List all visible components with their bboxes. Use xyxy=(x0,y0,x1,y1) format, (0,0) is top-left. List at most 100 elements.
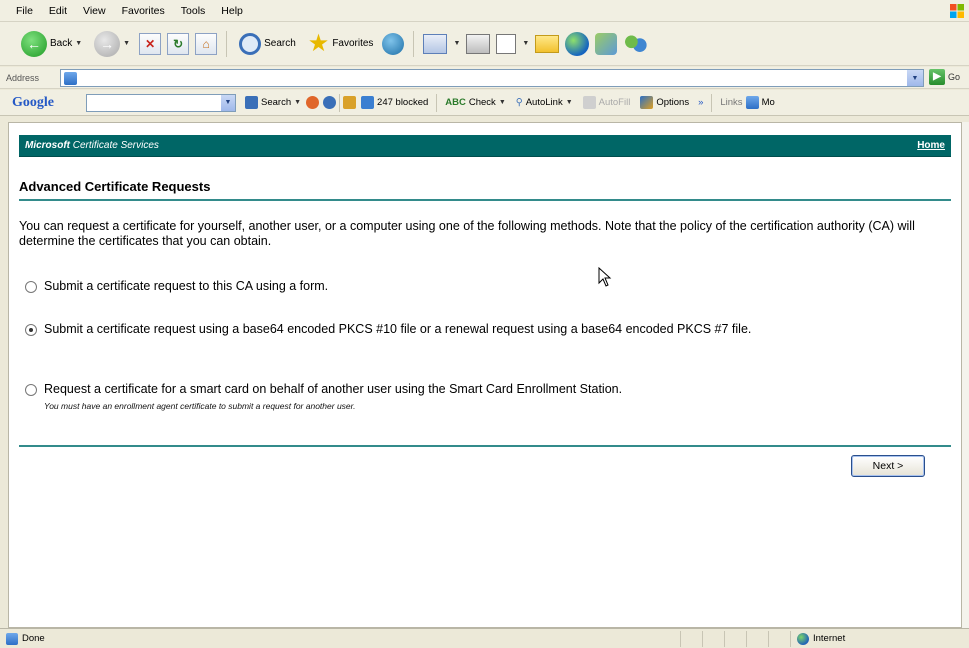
standard-toolbar: ← Back ▼ → ▼ ✕ ↻ ⌂ Search ★ Favorites ▼ … xyxy=(0,22,969,66)
messenger-icon[interactable] xyxy=(595,32,618,55)
toolbar-separator xyxy=(339,93,341,112)
forward-arrow-icon: → xyxy=(94,30,121,57)
back-label: Back xyxy=(50,38,73,49)
menu-tools[interactable]: Tools xyxy=(173,5,214,17)
radio-smartcard-request[interactable] xyxy=(25,384,37,396)
history-icon[interactable] xyxy=(382,32,405,55)
divider xyxy=(19,199,951,201)
menu-file[interactable]: File xyxy=(8,5,41,17)
go-button[interactable]: ▶ Go xyxy=(929,69,960,85)
links-button[interactable]: Links Mo xyxy=(715,96,779,109)
google-search-button[interactable]: Search ▼ xyxy=(240,96,306,109)
check-label: Check xyxy=(468,97,496,108)
popup-blocked-icon xyxy=(361,96,375,109)
more-chevron-icon[interactable]: » xyxy=(698,97,703,108)
ca-header-banner: Microsoft Certificate Services Home xyxy=(19,135,951,157)
autofill-label: AutoFill xyxy=(598,97,631,108)
print-icon[interactable] xyxy=(466,33,491,54)
link-page-icon xyxy=(745,96,759,109)
favorites-label: Favorites xyxy=(332,38,374,49)
favorites-button[interactable]: ★ Favorites xyxy=(305,29,377,59)
google-search-input[interactable]: ▼ xyxy=(86,93,236,112)
google-logo[interactable]: Google xyxy=(12,95,86,111)
status-text: Done xyxy=(0,632,680,645)
option-base64-request[interactable]: Submit a certificate request using a bas… xyxy=(25,322,945,337)
google-toolbar: Google ▼ Search ▼ 247 blocked ABC Check … xyxy=(0,90,969,116)
check-icon: ABC xyxy=(445,97,466,108)
spellcheck-button[interactable]: ABC Check ▼ xyxy=(440,97,510,108)
chevron-down-icon[interactable]: ▼ xyxy=(453,40,460,47)
radio-base64-request[interactable] xyxy=(25,324,37,336)
mouse-pointer-icon xyxy=(598,267,612,287)
pagerank-icon[interactable] xyxy=(306,96,320,109)
status-cell xyxy=(680,630,702,647)
forward-button[interactable]: → ▼ xyxy=(91,29,133,59)
chevron-down-icon: ▼ xyxy=(565,99,573,106)
home-link[interactable]: Home xyxy=(917,140,945,151)
address-bar: Address ▼ ▶ Go xyxy=(0,67,969,89)
back-button[interactable]: ← Back ▼ xyxy=(18,29,85,59)
chevron-down-icon: ▼ xyxy=(294,99,302,106)
chevron-down-icon[interactable]: ▼ xyxy=(522,40,529,47)
options-icon xyxy=(640,96,654,109)
status-bar: Done Internet xyxy=(0,628,969,648)
chevron-down-icon: ▼ xyxy=(75,40,83,47)
options-label: Options xyxy=(656,97,690,108)
stop-icon[interactable]: ✕ xyxy=(139,32,162,55)
menu-favorites[interactable]: Favorites xyxy=(114,5,173,17)
chevron-down-icon[interactable]: ▼ xyxy=(221,94,235,111)
radio-form-request[interactable] xyxy=(25,281,37,293)
ca-service-title: Microsoft Certificate Services xyxy=(25,140,159,151)
go-label: Go xyxy=(948,72,961,82)
globe-icon[interactable] xyxy=(565,31,590,56)
toolbar-separator xyxy=(711,93,713,112)
option-label-group[interactable]: Request a certificate for a smart card o… xyxy=(44,382,622,414)
options-button[interactable]: Options » xyxy=(635,96,708,109)
toolbar-separator xyxy=(413,30,415,57)
autofill-button[interactable]: AutoFill xyxy=(578,96,636,109)
security-zone[interactable]: Internet xyxy=(790,630,944,647)
chevron-down-icon[interactable]: ▼ xyxy=(907,70,923,86)
menu-view[interactable]: View xyxy=(75,5,114,17)
option-label[interactable]: Submit a certificate request using a bas… xyxy=(44,322,751,337)
mail-icon[interactable] xyxy=(423,33,448,54)
vertical-scrollbar[interactable] xyxy=(962,122,969,628)
search-icon xyxy=(239,32,262,55)
microsoft-brand: Microsoft xyxy=(25,140,70,151)
search-label: Search xyxy=(264,38,296,49)
toolbar-separator xyxy=(226,30,228,57)
blocked-label: 247 blocked xyxy=(377,97,429,108)
popup-blocker-button[interactable]: 247 blocked xyxy=(356,96,433,109)
search-button[interactable]: Search xyxy=(236,29,299,59)
folder-icon[interactable] xyxy=(535,34,560,53)
status-cell xyxy=(724,630,746,647)
toolbar-separator xyxy=(436,93,438,112)
google-search-label: Search xyxy=(261,97,292,108)
autolink-button[interactable]: ⚲ AutoLink ▼ xyxy=(511,97,578,108)
menu-edit[interactable]: Edit xyxy=(41,5,75,17)
divider xyxy=(19,445,951,447)
news-icon[interactable] xyxy=(323,96,337,109)
address-input[interactable]: ▼ xyxy=(60,69,924,87)
highlight-icon[interactable] xyxy=(343,96,357,109)
address-label: Address xyxy=(6,72,40,83)
google-g-icon xyxy=(245,96,258,109)
option-label[interactable]: Submit a certificate request to this CA … xyxy=(44,279,328,294)
links-label: Links xyxy=(720,97,743,108)
magnifier-icon: ⚲ xyxy=(515,97,523,108)
option-smartcard-request[interactable]: Request a certificate for a smart card o… xyxy=(25,382,945,414)
next-button[interactable]: Next > xyxy=(851,455,925,477)
people-icon[interactable] xyxy=(623,32,648,55)
option-form-request[interactable]: Submit a certificate request to this CA … xyxy=(25,279,945,294)
edit-icon[interactable] xyxy=(496,33,517,54)
option-label[interactable]: Request a certificate for a smart card o… xyxy=(44,382,622,396)
page-viewport: Microsoft Certificate Services Home Adva… xyxy=(8,122,962,628)
refresh-icon[interactable]: ↻ xyxy=(167,32,190,55)
status-cell xyxy=(768,630,790,647)
home-icon[interactable]: ⌂ xyxy=(195,32,218,55)
star-icon: ★ xyxy=(307,29,330,57)
menu-help[interactable]: Help xyxy=(213,5,251,17)
service-name: Certificate Services xyxy=(70,140,159,151)
autofill-icon xyxy=(582,96,596,109)
back-arrow-icon: ← xyxy=(21,30,47,57)
